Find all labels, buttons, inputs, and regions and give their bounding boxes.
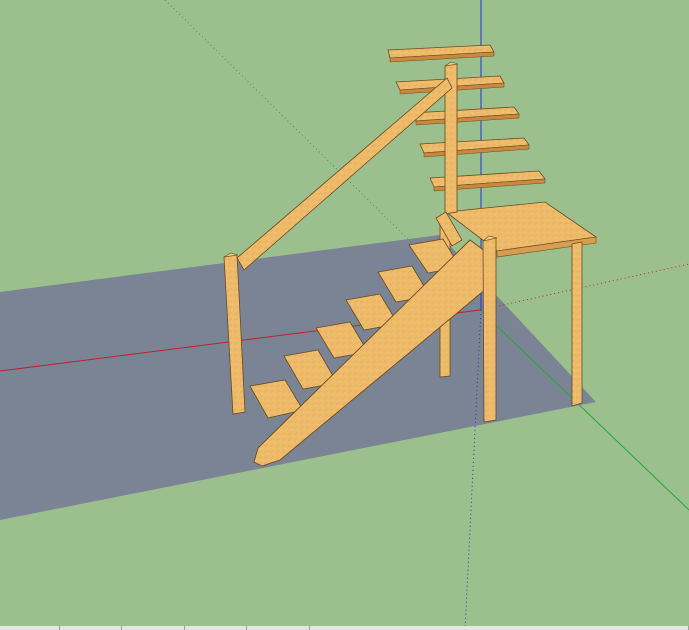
table-leg-front [571,241,583,407]
status-bar [0,626,689,630]
floating-step [411,106,520,126]
floating-step [387,44,495,63]
status-cell [122,626,185,630]
model-viewport[interactable] [0,0,689,630]
front-right-post[interactable] [482,235,498,423]
status-cell [0,626,60,630]
status-cell [247,626,310,630]
status-cell [310,626,689,630]
floating-step [419,137,530,158]
red-axis-dotted [479,263,689,311]
status-cell [185,626,247,630]
status-cell [60,626,122,630]
scene-canvas[interactable] [0,0,689,630]
